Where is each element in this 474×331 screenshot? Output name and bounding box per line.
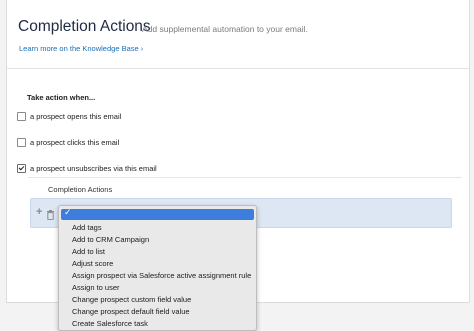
dropdown-item-add-tags[interactable]: Add tags: [72, 223, 102, 232]
opens-label: a prospect opens this email: [30, 111, 122, 121]
trigger-option-clicks[interactable]: a prospect clicks this email: [17, 136, 119, 148]
trigger-option-unsubscribes[interactable]: a prospect unsubscribes via this email: [17, 162, 157, 174]
dropdown-item-assign-to-user[interactable]: Assign to user: [72, 283, 120, 292]
card-header: Completion Actions Add supplemental auto…: [7, 0, 469, 69]
clicks-label: a prospect clicks this email: [30, 137, 120, 147]
dropdown-item-change-custom-field[interactable]: Change prospect custom field value: [72, 295, 191, 304]
dropdown-item-add-to-crm-campaign[interactable]: Add to CRM Campaign: [72, 235, 149, 244]
dropdown-item-create-salesforce-task[interactable]: Create Salesforce task: [72, 319, 148, 328]
dropdown-item-adjust-score[interactable]: Adjust score: [72, 259, 113, 268]
take-action-heading: Take action when...: [27, 93, 96, 102]
trash-icon[interactable]: [46, 207, 55, 221]
checkmark-icon: ✓: [64, 207, 72, 217]
page-title: Completion Actions: [18, 18, 151, 35]
dropdown-item-assign-via-rule[interactable]: Assign prospect via Salesforce active as…: [72, 271, 251, 280]
unsubscribes-label: a prospect unsubscribes via this email: [30, 163, 157, 173]
opens-checkbox[interactable]: [17, 111, 26, 121]
unsubscribes-checkbox[interactable]: [17, 163, 26, 173]
clicks-checkbox[interactable]: [17, 137, 26, 147]
trigger-option-opens[interactable]: a prospect opens this email: [17, 110, 121, 122]
dropdown-item-change-default-field[interactable]: Change prospect default field value: [72, 307, 190, 316]
knowledge-base-link[interactable]: Learn more on the Knowledge Base ›: [19, 44, 143, 53]
dropdown-selected-option[interactable]: ✓: [61, 207, 254, 220]
plus-icon[interactable]: +: [36, 207, 46, 218]
dropdown-item-add-to-list[interactable]: Add to list: [72, 247, 105, 256]
page-subtitle: Add supplemental automation to your emai…: [142, 24, 308, 34]
completion-action-dropdown[interactable]: ✓ Add tags Add to CRM Campaign Add to li…: [58, 205, 257, 331]
completion-actions-title: Completion Actions: [48, 185, 113, 194]
